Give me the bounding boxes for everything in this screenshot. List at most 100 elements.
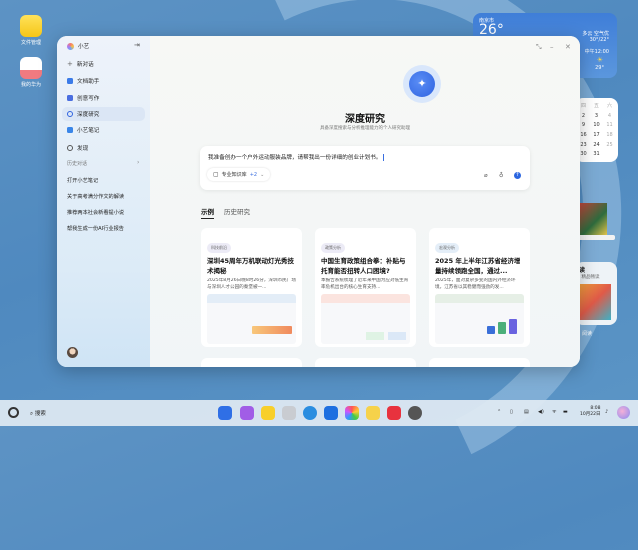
desktop-icon-label: 文件管理 — [20, 40, 41, 46]
main-panel: ⤡ – ✕ ✦ 深度研究 具备深度搜索与分析推理能力的个人研究助理 我准备创办一… — [150, 36, 580, 367]
desktop-icon-huawei[interactable]: 我的华为 — [19, 57, 43, 88]
chevron-right-icon[interactable]: › — [137, 159, 139, 166]
sidebar-item-creative-writing[interactable]: 创意写作 — [62, 91, 145, 105]
search-label: 搜索 — [34, 411, 46, 417]
tab-history-research[interactable]: 历史研究 — [224, 206, 250, 219]
day: 25 — [606, 141, 613, 148]
knowledge-base-chip[interactable]: ▢ 专业知识库 +2 ⌄ — [207, 168, 271, 181]
search-icon — [67, 111, 73, 117]
history-label: 历史对话 — [67, 161, 88, 167]
wifi-icon[interactable]: ᯤ — [552, 409, 557, 415]
weather-condition: 多云 空气优 — [582, 31, 609, 37]
weather-hour-temp: 29° — [595, 65, 604, 71]
avatar[interactable] — [67, 347, 78, 358]
example-card[interactable]: 科技前沿 深圳45周年万机联动灯光秀技术揭秘 2025年8月26日晚8时26分，… — [201, 228, 302, 347]
example-card[interactable] — [315, 358, 416, 367]
clock[interactable]: 8:08 10月22日 — [580, 406, 600, 418]
prompt-input[interactable]: 我准备创办一个户外运动服装品牌，请帮我出一份详细的创业计划书。 ▢ 专业知识库 +… — [200, 146, 530, 190]
reading-title: 读 — [579, 267, 586, 274]
mail-icon[interactable] — [324, 406, 338, 420]
weather-hour: 中午12:00 — [584, 49, 609, 55]
xiaoyi-assistant-icon[interactable] — [617, 406, 630, 419]
send-button[interactable]: ↑ — [514, 172, 521, 179]
example-card[interactable] — [201, 358, 302, 367]
settings-icon[interactable] — [408, 406, 422, 420]
desktop-icon-label: 我的华为 — [20, 82, 41, 88]
microphone-icon[interactable]: ♁ — [499, 172, 503, 179]
sidebar-item-label: 新对话 — [76, 62, 94, 68]
day — [603, 151, 616, 158]
notification-bell-icon[interactable]: ♪ — [605, 409, 608, 415]
day: 24 — [593, 141, 600, 148]
app-grid-icon[interactable] — [218, 406, 232, 420]
taskbar-search[interactable]: ⌕ 搜索 — [30, 409, 46, 418]
plus-icon: + — [67, 60, 73, 68]
tab-examples[interactable]: 示例 — [201, 206, 214, 219]
day: 18 — [606, 131, 613, 138]
sidebar-item-label: 深度研究 — [77, 112, 100, 118]
trash-icon[interactable] — [282, 406, 296, 420]
card-desc: 2025年，面对复杂多变的国内外经济环境，江苏省以其稳健而强劲的发... — [435, 278, 516, 290]
start-icon[interactable] — [8, 407, 19, 418]
multitask-icon[interactable] — [240, 406, 254, 420]
card-thumbnail — [321, 294, 410, 344]
sidebar-item-deep-research[interactable]: 深度研究 — [62, 107, 145, 121]
sun-icon: ☀ — [596, 56, 603, 64]
example-card[interactable]: 宏观分析 2025 年上半年江苏省经济增量持续领跑全国，通过... 2025年，… — [429, 228, 530, 347]
card-desc: 本报告系统梳理了近年来中国为应对低生育率危机出台的核心生育支持... — [321, 278, 409, 290]
history-item[interactable]: 打开小艺笔记 — [67, 177, 98, 184]
taskbar: ⌕ 搜索 ⌃ ▯ ▤ ◀) ᯤ ▬ 8:08 10月22日 ♪ — [0, 400, 638, 426]
chevron-down-icon: ⌄ — [260, 171, 265, 178]
sidebar-item-new-chat[interactable]: + 新对话 — [62, 57, 145, 71]
search-icon: ⌕ — [30, 411, 34, 417]
history-item[interactable]: 推荐两本社会新看提小说 — [67, 209, 124, 216]
sidebar-item-notes[interactable]: 小艺笔记 — [62, 123, 145, 137]
sidebar-item-label: 发现 — [77, 146, 89, 152]
card-thumbnail — [435, 294, 524, 344]
day: 17 — [593, 131, 600, 138]
book-cover — [577, 203, 607, 235]
chip-label: 专业知识库 — [221, 172, 247, 178]
note-icon — [67, 127, 73, 133]
app-gallery-icon[interactable] — [387, 406, 401, 420]
minimize-icon[interactable]: – — [550, 43, 554, 51]
bookshelf-widget[interactable] — [575, 203, 615, 241]
sparkle-icon: ✦ — [409, 71, 435, 97]
chip-extra-count: +2 — [249, 171, 258, 178]
example-card[interactable]: 政策分析 中国生育政策组合拳：补贴与托育能否扭转人口困境? 本报告系统梳理了近年… — [315, 228, 416, 347]
attach-icon[interactable]: ⌀ — [484, 172, 488, 179]
restore-icon[interactable]: ⤡ — [536, 43, 542, 52]
sidebar-item-label: 小艺笔记 — [77, 128, 100, 134]
reading-subtitle: ，精品畅读 — [577, 275, 600, 280]
sidebar-item-doc-assistant[interactable]: 文档助手 — [62, 74, 145, 88]
app-name: 小艺 — [78, 44, 90, 50]
deep-research-logo: ✦ — [403, 65, 441, 103]
sidebar-item-discover[interactable]: 发现 — [62, 141, 145, 155]
close-icon[interactable]: ✕ — [565, 43, 571, 51]
prompt-text[interactable]: 我准备创办一个户外运动服装品牌，请帮我出一份详细的创业计划书。 — [208, 155, 381, 161]
day: 4 — [607, 112, 612, 119]
pen-icon — [67, 95, 73, 101]
clock-date: 10月22日 — [580, 412, 601, 417]
battery-icon[interactable]: ▬ — [563, 409, 568, 415]
reading-label: 阅读 — [582, 331, 593, 337]
browser-icon[interactable] — [303, 406, 317, 420]
history-item[interactable]: 关于高考满分作文的解读 — [67, 193, 124, 200]
folder-icon — [20, 15, 42, 37]
chevron-up-icon[interactable]: ⌃ — [497, 409, 501, 415]
volume-icon[interactable]: ◀) — [538, 409, 544, 415]
clipboard-icon[interactable]: ▤ — [524, 409, 529, 415]
collapse-sidebar-icon[interactable]: ⇥ — [134, 41, 140, 49]
desktop-icon-files[interactable]: 文件管理 — [19, 15, 43, 46]
calendar-widget[interactable]: 四五六 234 9 10 11 16 17 18 23 24 25 30 31 — [575, 98, 618, 162]
weekday: 五 — [593, 103, 599, 109]
gallery-icon[interactable] — [345, 406, 359, 420]
reading-widget[interactable]: 读 ，精品畅读 — [575, 262, 617, 325]
history-item[interactable]: 帮我生成一份AI行业报告 — [67, 225, 124, 232]
day: 11 — [606, 122, 613, 129]
example-card[interactable] — [429, 358, 530, 367]
notes-icon[interactable] — [366, 406, 380, 420]
folder-icon[interactable] — [261, 406, 275, 420]
card-title: 中国生育政策组合拳：补贴与托育能否扭转人口困境? — [321, 257, 406, 275]
phone-icon[interactable]: ▯ — [510, 409, 513, 415]
